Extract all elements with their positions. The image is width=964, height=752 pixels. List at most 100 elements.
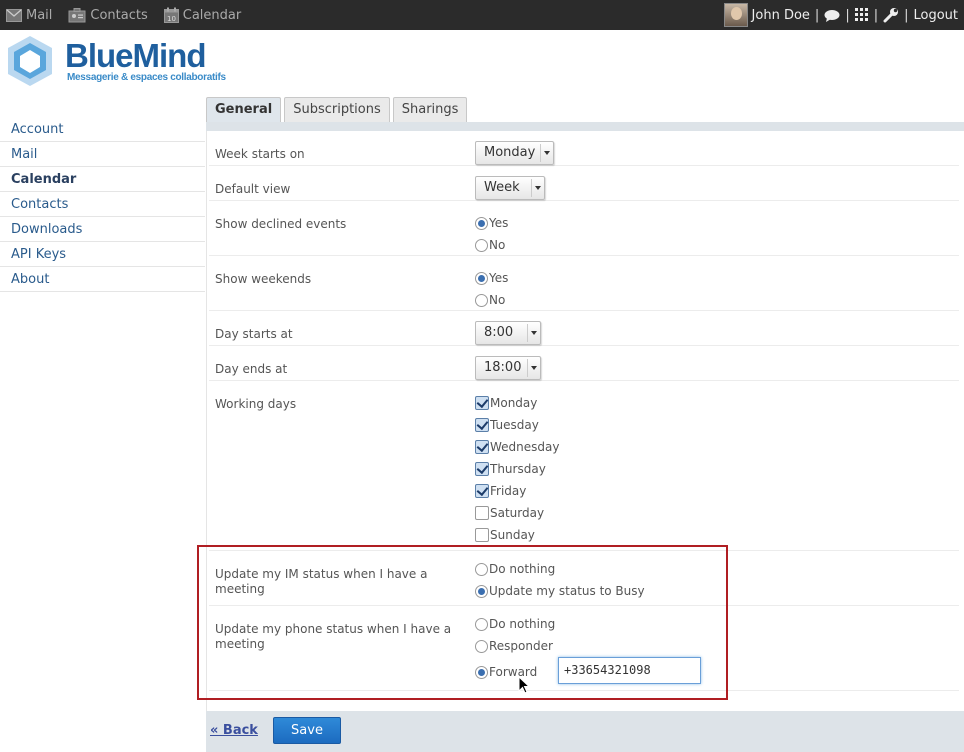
radio-button[interactable]	[475, 293, 488, 307]
setting-label: Default view	[215, 182, 291, 196]
setting-default-view: Default view Week	[209, 166, 959, 201]
working-day-wednesday[interactable]: Wednesday	[475, 436, 559, 458]
bluemind-logo[interactable]: BlueMind Messagerie & espaces collaborat…	[4, 34, 226, 88]
radio-button[interactable]	[475, 271, 488, 285]
app-link-calendar[interactable]: 10 Calendar	[163, 7, 242, 23]
sidebar-item-api-keys[interactable]: API Keys	[0, 242, 205, 267]
option-label: No	[489, 293, 506, 307]
save-button[interactable]: Save	[273, 717, 341, 744]
default-view-value: Week	[484, 180, 520, 195]
sidebar-item-mail[interactable]: Mail	[0, 142, 205, 167]
show-declined-yes[interactable]: Yes	[475, 212, 508, 234]
svg-text:10: 10	[167, 15, 176, 23]
option-label: Sunday	[490, 528, 535, 542]
option-label: Wednesday	[490, 440, 560, 454]
show-declined-no[interactable]: No	[475, 234, 508, 256]
setting-label: Working days	[215, 397, 297, 411]
option-label: Friday	[490, 484, 527, 498]
checkbox[interactable]	[475, 462, 489, 476]
logo-title: BlueMind	[65, 37, 206, 74]
tab-subscriptions[interactable]: Subscriptions	[284, 97, 390, 122]
sidebar-item-calendar[interactable]: Calendar	[0, 167, 205, 192]
day-start-select[interactable]: 8:00	[475, 321, 541, 345]
contacts-icon	[68, 7, 86, 22]
option-label: Yes	[489, 271, 509, 285]
option-label: Tuesday	[490, 418, 539, 432]
logo-hexagon-icon	[8, 36, 52, 86]
highlight-box	[197, 545, 728, 700]
checkbox[interactable]	[475, 440, 489, 454]
option-label: Monday	[490, 396, 538, 410]
checkbox[interactable]	[475, 484, 489, 498]
tab-sharings[interactable]: Sharings	[392, 97, 468, 122]
setting-show-weekends: Show weekends Yes No	[209, 256, 959, 311]
logo-subtitle: Messagerie & espaces collaboratifs	[67, 72, 226, 83]
working-day-sunday[interactable]: Sunday	[475, 524, 559, 546]
sidebar-item-downloads[interactable]: Downloads	[0, 217, 205, 242]
select-divider	[540, 144, 541, 162]
week-start-select[interactable]: Monday	[475, 141, 554, 165]
setting-day-end: Day ends at 18:00	[209, 346, 959, 381]
user-name[interactable]: John Doe	[752, 8, 810, 23]
app-link-mail-label: Mail	[26, 7, 53, 23]
setting-day-start: Day starts at 8:00	[209, 311, 959, 346]
mouse-pointer-icon	[518, 676, 530, 694]
option-label: Saturday	[490, 506, 545, 520]
calendar-icon: 10	[163, 7, 179, 23]
separator: |	[845, 7, 850, 23]
settings-sidebar: Account Mail Calendar Contacts Downloads…	[0, 117, 205, 292]
option-label: No	[489, 238, 506, 252]
checkbox[interactable]	[475, 528, 489, 542]
setting-label: Day ends at	[215, 362, 288, 376]
select-divider	[531, 179, 532, 197]
app-link-calendar-label: Calendar	[182, 7, 242, 23]
avatar[interactable]	[723, 3, 748, 27]
separator: |	[904, 7, 909, 23]
working-day-thursday[interactable]: Thursday	[475, 458, 559, 480]
working-day-saturday[interactable]: Saturday	[475, 502, 559, 524]
default-view-select[interactable]: Week	[475, 176, 545, 200]
mail-icon	[6, 8, 22, 22]
checkbox[interactable]	[475, 506, 489, 520]
app-nav: Mail Contacts 10 Calendar	[6, 0, 257, 30]
chevron-down-icon	[535, 186, 541, 190]
option-label: Thursday	[490, 462, 546, 476]
checkbox[interactable]	[475, 396, 489, 410]
setting-label: Day starts at	[215, 327, 293, 341]
show-weekends-yes[interactable]: Yes	[475, 267, 508, 289]
select-divider	[527, 324, 528, 342]
sidebar-item-about[interactable]: About	[0, 267, 205, 292]
app-link-mail[interactable]: Mail	[6, 8, 52, 23]
tab-general[interactable]: General	[206, 97, 282, 122]
sidebar-item-contacts[interactable]: Contacts	[0, 192, 205, 217]
working-day-friday[interactable]: Friday	[475, 480, 559, 502]
separator: |	[814, 7, 820, 23]
setting-label: Week starts on	[215, 147, 305, 161]
show-weekends-no[interactable]: No	[475, 289, 508, 311]
working-day-tuesday[interactable]: Tuesday	[475, 414, 559, 436]
working-day-monday[interactable]: Monday	[475, 392, 559, 414]
chevron-down-icon	[531, 366, 537, 370]
radio-button[interactable]	[475, 216, 488, 230]
day-end-select[interactable]: 18:00	[475, 356, 541, 380]
tab-underline	[206, 122, 964, 131]
sidebar-item-account[interactable]: Account	[0, 117, 205, 142]
app-link-contacts-label: Contacts	[90, 7, 148, 23]
setting-working-days: Working days Monday Tuesday Wednesday Th…	[209, 381, 959, 551]
chevron-down-icon	[544, 151, 550, 155]
day-start-value: 8:00	[484, 325, 514, 340]
week-start-value: Monday	[484, 145, 536, 160]
radio-button[interactable]	[475, 238, 488, 252]
settings-wrench-icon[interactable]	[883, 7, 899, 23]
option-label: Yes	[489, 216, 509, 230]
app-link-contacts[interactable]: Contacts	[68, 7, 148, 23]
back-link[interactable]: « Back	[210, 723, 258, 738]
logout-link[interactable]: Logout	[913, 8, 958, 23]
setting-label: Show declined events	[215, 217, 347, 231]
chat-icon[interactable]	[824, 9, 840, 22]
chevron-down-icon	[531, 331, 537, 335]
apps-grid-icon[interactable]	[854, 8, 869, 22]
setting-week-start: Week starts on Monday	[209, 131, 959, 166]
select-divider	[527, 359, 528, 377]
checkbox[interactable]	[475, 418, 489, 432]
